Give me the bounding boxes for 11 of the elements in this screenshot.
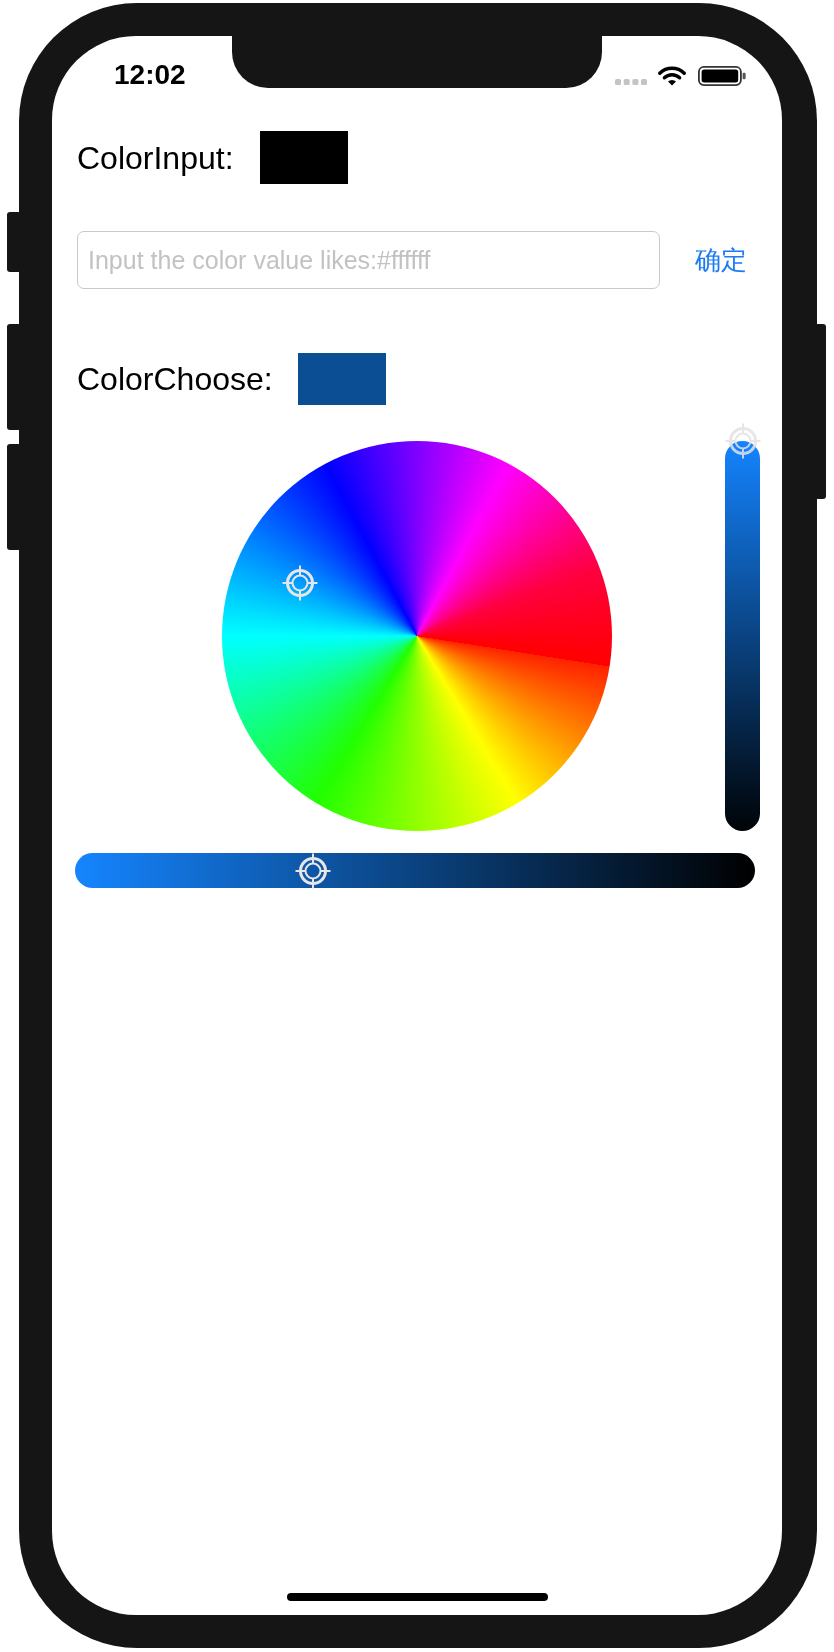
status-time: 12:02 [114, 58, 186, 92]
confirm-button[interactable]: 确定 [693, 240, 749, 280]
crosshair-icon[interactable] [282, 565, 318, 601]
color-choose-label: ColorChoose: [77, 360, 273, 398]
color-input-field[interactable]: Input the color value likes:#ffffff [77, 231, 660, 289]
crosshair-icon[interactable] [724, 423, 761, 459]
wifi-icon [658, 66, 686, 86]
battery-icon [698, 66, 746, 86]
color-input-label: ColorInput: [77, 138, 234, 177]
crosshair-icon[interactable] [295, 852, 331, 889]
signal-icon [615, 79, 647, 85]
